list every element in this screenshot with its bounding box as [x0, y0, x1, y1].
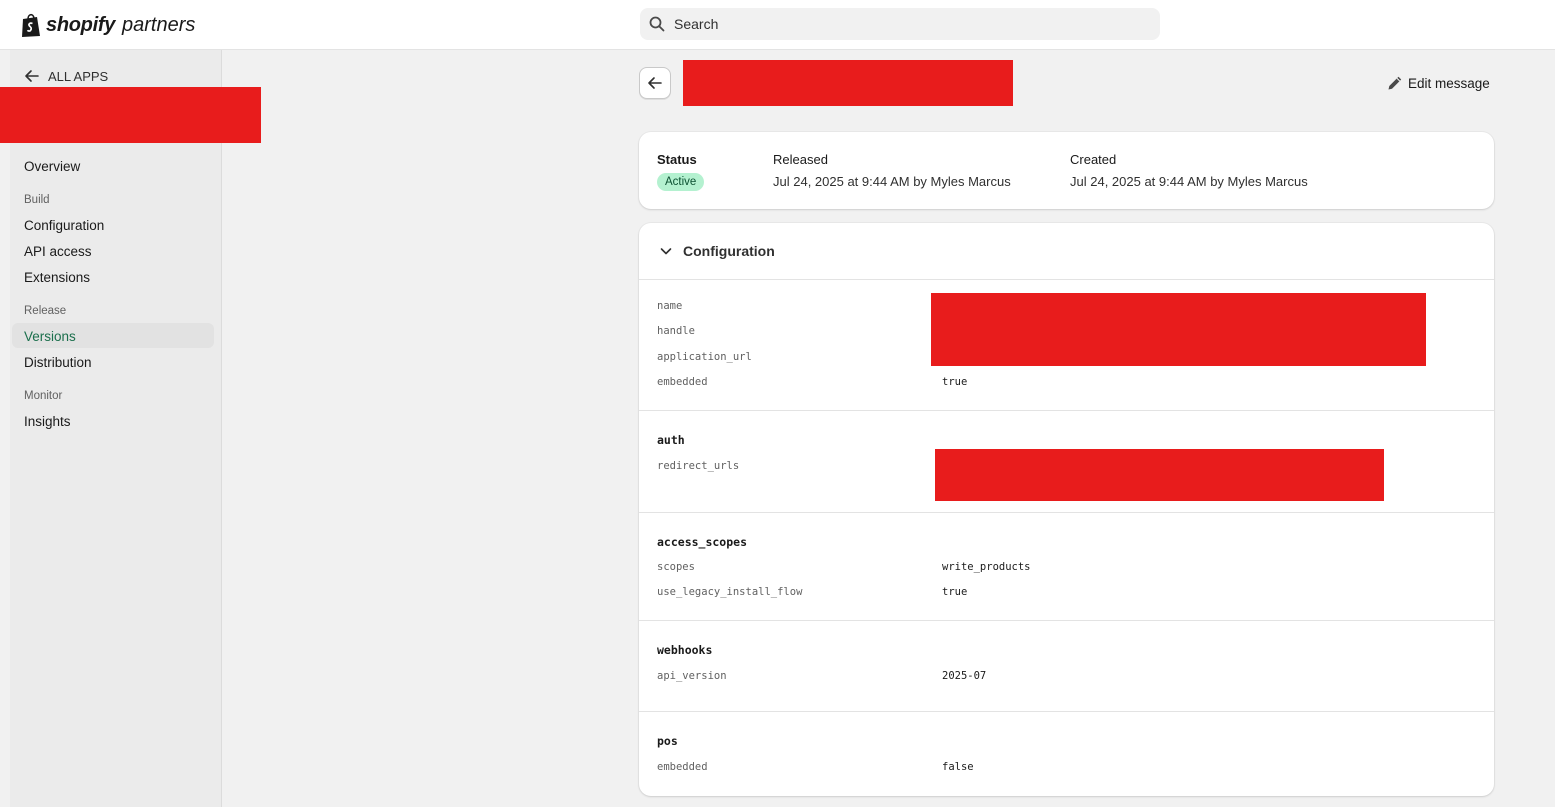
chevron-down-icon	[660, 248, 672, 255]
configuration-title: Configuration	[683, 243, 775, 259]
config-value-use-legacy-install-flow: true	[942, 586, 968, 598]
config-section-root: name handle application_url embedded tru…	[639, 280, 1494, 411]
sidebar-section-monitor: Monitor	[24, 390, 63, 402]
config-key-redirect-urls: redirect_urls	[657, 460, 740, 472]
top-bar: shopify partners Search	[0, 0, 1555, 50]
sidebar-item-versions[interactable]: Versions	[24, 329, 76, 344]
all-apps-label: ALL APPS	[48, 68, 109, 84]
created-label: Created	[1070, 152, 1117, 167]
search-placeholder: Search	[674, 16, 719, 32]
config-section-title-auth: auth	[657, 433, 685, 447]
redacted-app-name	[0, 87, 261, 143]
config-section-title-pos: pos	[657, 734, 678, 748]
redacted-version-title	[683, 60, 1013, 106]
all-apps-link[interactable]: ALL APPS	[24, 68, 108, 84]
search-icon	[649, 16, 665, 32]
config-key-use-legacy-install-flow: use_legacy_install_flow	[657, 586, 803, 598]
config-value-pos-embedded: false	[942, 761, 974, 773]
status-card: Status Active Released Jul 24, 2025 at 9…	[639, 132, 1494, 209]
config-key-api-version: api_version	[657, 670, 727, 682]
config-section-access-scopes: access_scopes scopes write_products use_…	[639, 513, 1494, 621]
sidebar-item-overview[interactable]: Overview	[24, 159, 80, 174]
config-section-title-webhooks: webhooks	[657, 643, 713, 657]
sidebar-item-insights[interactable]: Insights	[24, 414, 71, 429]
arrow-left-icon	[648, 77, 662, 89]
config-value-api-version: 2025-07	[942, 670, 987, 682]
config-key-scopes: scopes	[657, 561, 695, 573]
sidebar-item-api-access[interactable]: API access	[24, 244, 92, 259]
back-button[interactable]	[639, 67, 671, 99]
status-label: Status	[657, 152, 697, 167]
logo-subtitle: partners	[122, 13, 196, 36]
created-value: Jul 24, 2025 at 9:44 AM by Myles Marcus	[1070, 174, 1308, 189]
released-label: Released	[773, 152, 828, 167]
edit-message-button[interactable]: Edit message	[1386, 74, 1490, 92]
config-key-application-url: application_url	[657, 351, 752, 363]
sidebar-item-extensions[interactable]: Extensions	[24, 270, 90, 285]
config-section-title-access-scopes: access_scopes	[657, 535, 748, 549]
logo-wordmark: shopify	[46, 13, 116, 36]
search-input[interactable]: Search	[640, 8, 1160, 40]
sidebar-section-release: Release	[24, 305, 67, 317]
sidebar-section-build: Build	[24, 194, 50, 206]
redacted-config-values	[931, 293, 1426, 366]
config-key-handle: handle	[657, 325, 695, 337]
sidebar-item-configuration[interactable]: Configuration	[24, 218, 104, 233]
config-section-pos: pos embedded false	[639, 712, 1494, 796]
config-section-auth: auth redirect_urls	[639, 411, 1494, 513]
released-value: Jul 24, 2025 at 9:44 AM by Myles Marcus	[773, 174, 1011, 189]
shopify-partners-logo[interactable]: shopify partners	[20, 11, 195, 39]
edit-message-label: Edit message	[1408, 75, 1490, 91]
configuration-card: Configuration name handle application_ur…	[639, 223, 1494, 796]
config-value-scopes: write_products	[942, 561, 1031, 573]
sidebar: ALL APPS Overview Build Configuration AP…	[0, 50, 261, 807]
redacted-redirect-urls	[935, 449, 1384, 501]
pencil-icon	[1388, 76, 1402, 90]
configuration-toggle[interactable]: Configuration	[639, 223, 1494, 280]
config-section-webhooks: webhooks api_version 2025-07	[639, 621, 1494, 712]
config-value-embedded: true	[942, 376, 968, 388]
config-key-name: name	[657, 300, 683, 312]
status-badge: Active	[657, 173, 705, 191]
sidebar-item-distribution[interactable]: Distribution	[24, 355, 92, 370]
shopify-bag-icon	[22, 13, 40, 37]
arrow-left-icon	[25, 70, 39, 82]
config-key-embedded: embedded	[657, 376, 708, 388]
config-key-pos-embedded: embedded	[657, 761, 708, 773]
